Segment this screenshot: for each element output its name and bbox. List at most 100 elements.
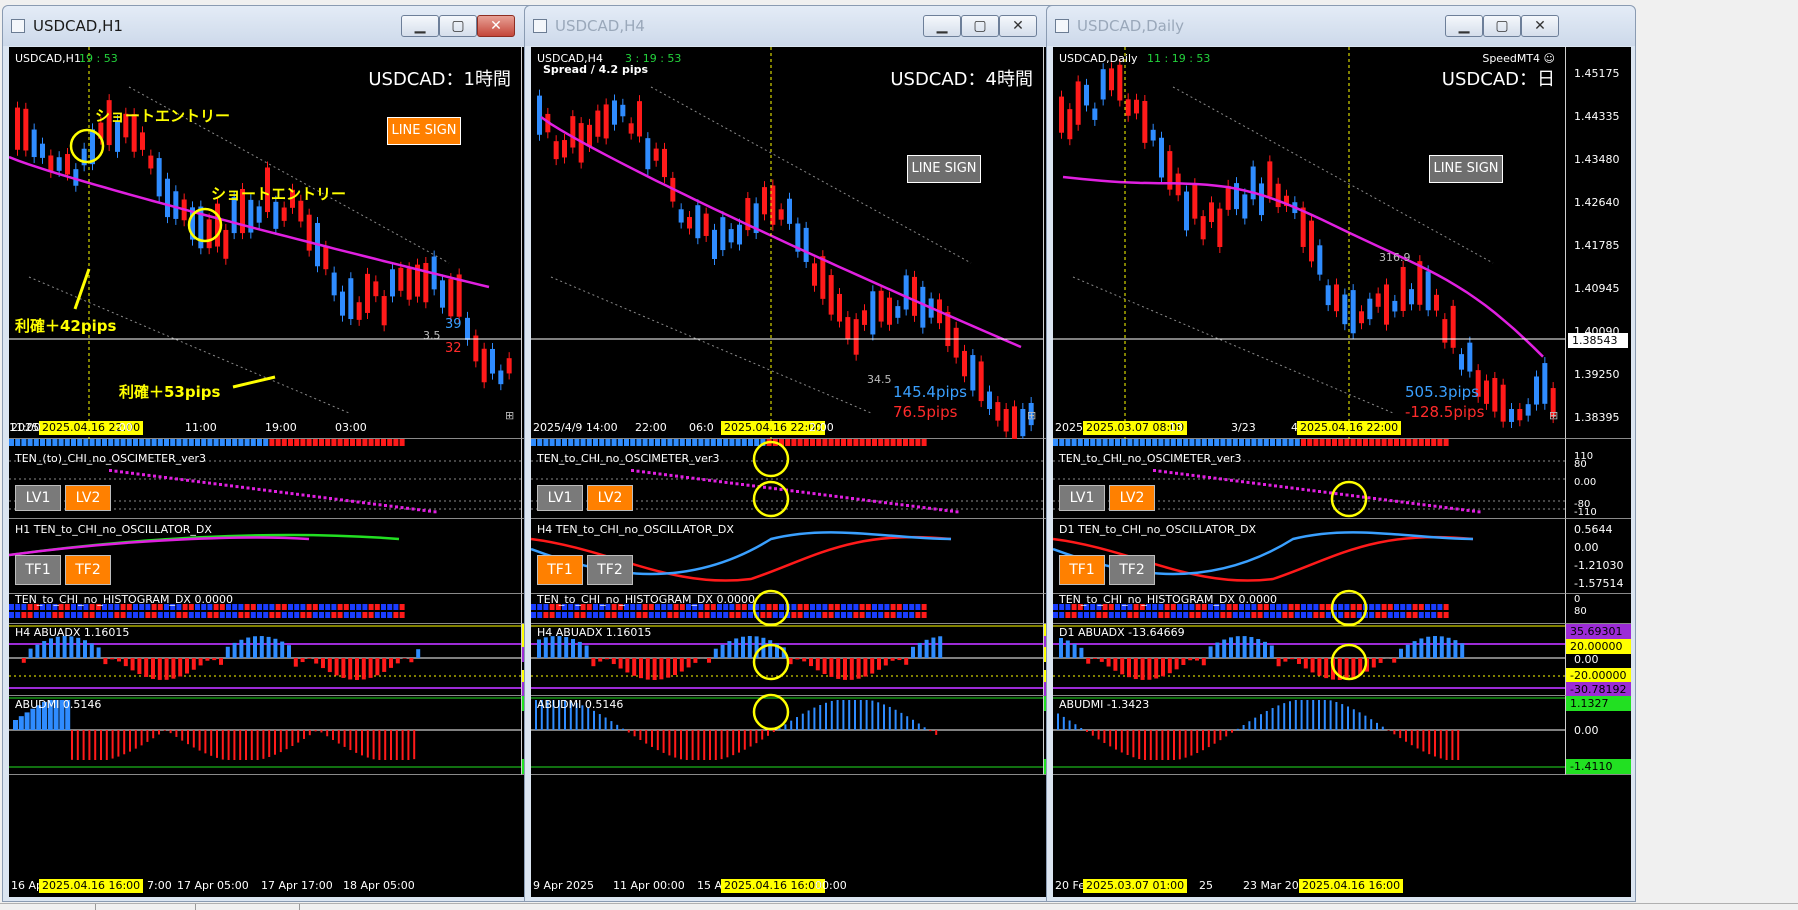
tf2-button[interactable]: TF2 [587, 555, 633, 585]
price-pane[interactable]: USDCAD,H4 3 : 19 : 53 USDCAD：4時間 Spread / 4… [531, 47, 1043, 439]
oscimeter-pane[interactable]: TEN_(to)_CHI_no_OSCIMETER_ver3 LV1 LV2 [9, 439, 521, 519]
histogram-cell [356, 612, 362, 618]
status-tab[interactable] [196, 904, 300, 910]
dmi-bar [651, 730, 653, 747]
lv2-button[interactable]: LV2 [65, 485, 111, 511]
dmi-bar [320, 730, 323, 733]
adx-axis: 35.69301 20.00000 0.00 -20.00000 -30.78192 [1565, 624, 1631, 697]
price-pane[interactable]: USDCAD,Daily 11 : 19 : 53 USDCAD：日 SpeedMT4… [1053, 47, 1565, 439]
trend-bar [1226, 439, 1232, 446]
tf2-button[interactable]: TF2 [1109, 555, 1155, 585]
trend-bar [176, 439, 182, 446]
lv2-button[interactable]: LV2 [1109, 485, 1155, 511]
chart-window[interactable]: USDCAD,H4 ▁ ▢ ✕ USDCAD,H4 3 : 19 : 53 USDCAD：4… [524, 5, 1114, 902]
chart-area[interactable]: USDCAD,H1 19 : 53 USDCAD：1時間 LINE SIGN 3.5 39… [9, 47, 587, 897]
trend-bar [1183, 439, 1189, 446]
adx-bar [1229, 637, 1233, 658]
dmi-bar [146, 730, 149, 742]
osc-dot [340, 498, 343, 502]
maximize-button[interactable]: ▢ [439, 15, 477, 37]
crosshair-icon[interactable]: ⊞ [1027, 409, 1036, 422]
line-sign-button[interactable]: LINE SIGN [387, 117, 461, 145]
adx-bar [280, 641, 285, 658]
histogram-cell [381, 612, 386, 618]
adx-bar [232, 642, 237, 658]
osc-dot [1285, 485, 1288, 489]
dmi-bar [1318, 700, 1320, 730]
oscillator-pane[interactable]: D1 TEN_to_CHI_no_OSCILLATOR_DX TF1 TF2 [1053, 519, 1565, 594]
oscimeter-tick: 80 [1574, 459, 1587, 470]
candle-body [1450, 305, 1456, 348]
adx-pane[interactable]: H4 ABUADX 1.16015 [9, 624, 521, 696]
bar-timer: 11 : 19 : 53 [1147, 52, 1211, 65]
line-sign-button[interactable]: LINE SIGN [1429, 155, 1503, 183]
maximize-button[interactable]: ▢ [961, 15, 999, 37]
close-button[interactable]: ✕ [999, 15, 1037, 37]
minimize-button[interactable]: ▁ [1445, 15, 1483, 37]
osc-dot [675, 474, 678, 478]
histogram-cell [896, 612, 902, 618]
window-titlebar[interactable]: USDCAD,H4 ▁ ▢ ✕ [525, 6, 1113, 46]
chart-area[interactable]: USDCAD,H4 3 : 19 : 53 USDCAD：4時間 Spread / 4… [531, 47, 1109, 897]
tf1-button[interactable]: TF1 [1059, 555, 1105, 585]
histogram-cell [1313, 612, 1319, 618]
close-button[interactable]: ✕ [1521, 15, 1559, 37]
lv1-button[interactable]: LV1 [15, 485, 61, 511]
chart-window[interactable]: USDCAD,Daily ▁ ▢ ✕ USDCAD,Daily 11 : 19 : 53 U… [1046, 5, 1636, 902]
histogram-cell [250, 604, 256, 610]
line-sign-button[interactable]: LINE SIGN [907, 155, 981, 183]
candle-body [490, 348, 495, 374]
histogram-pane[interactable]: TEN_to_CHI_no_HISTOGRAM_DX 0.0000 [9, 593, 521, 624]
tf1-button[interactable]: TF1 [15, 555, 61, 585]
histogram-cell [1170, 612, 1176, 618]
adx-pane[interactable]: D1 ABUADX -13.64669 [1053, 624, 1565, 696]
osc-dot [845, 496, 849, 500]
lv2-button[interactable]: LV2 [587, 485, 633, 511]
time-axis[interactable]: 20 Feb 2025.03.07 01:00 25 23 Mar 2025 2025.… [1053, 875, 1631, 897]
price-pane[interactable]: USDCAD,H1 19 : 53 USDCAD：1時間 LINE SIGN 3.5 39… [9, 47, 521, 439]
histogram-pane[interactable]: TEN_to_CHI_no_HISTOGRAM_DX 0.0000 [1053, 593, 1565, 624]
crosshair-icon[interactable]: ⊞ [505, 409, 514, 422]
adx-bar [62, 636, 67, 658]
window-titlebar[interactable]: USDCAD,Daily ▁ ▢ ✕ [1047, 6, 1635, 46]
chart-area[interactable]: USDCAD,Daily 11 : 19 : 53 USDCAD：日 SpeedMT4… [1053, 47, 1631, 897]
candle-body [1067, 109, 1073, 140]
time-axis[interactable]: 16 Ap 2025.04.16 16:00 7:00 17 Apr 05:00 17 … [9, 875, 587, 897]
histogram-cell [269, 604, 275, 610]
histogram-cell [263, 604, 269, 610]
minimize-button[interactable]: ▁ [401, 15, 439, 37]
dmi-bar [395, 730, 398, 760]
dmi-bar [361, 730, 363, 756]
status-tab[interactable] [0, 904, 96, 910]
lv1-button[interactable]: LV1 [1059, 485, 1105, 511]
time-axis[interactable]: 9 Apr 2025 11 Apr 00:00 15 A 2025.04.16 16:… [531, 875, 1109, 897]
chart-window[interactable]: USDCAD,H1 ▁ ▢ ✕ USDCAD,H1 19 : 53 USDCAD：1時間 LI… [2, 5, 592, 902]
candle-body [737, 224, 742, 245]
price-axis[interactable]: 1.45175 1.44335 1.43480 1.42640 1.41785 1.409… [1565, 47, 1631, 439]
oscimeter-pane[interactable]: TEN_to_CHI_no_OSCIMETER_ver3 LV1 LV2 [1053, 439, 1565, 519]
status-tab[interactable] [96, 904, 196, 910]
adx-bar [123, 658, 128, 667]
close-button[interactable]: ✕ [477, 15, 515, 37]
trend-bar [1356, 439, 1362, 446]
tf2-button[interactable]: TF2 [65, 555, 111, 585]
dmi-pane[interactable]: ABUDMI -1.3423 [1053, 696, 1565, 775]
histogram-cell [1084, 612, 1089, 618]
osc-dot [939, 508, 942, 512]
maximize-button[interactable]: ▢ [1483, 15, 1521, 37]
window-titlebar[interactable]: USDCAD,H1 ▁ ▢ ✕ [3, 6, 591, 46]
price-tick: 1.40945 [1574, 282, 1620, 295]
tf1-button[interactable]: TF1 [537, 555, 583, 585]
oscillator-pane[interactable]: H1 TEN_to_CHI_no_OSCILLATOR_DX TF1 TF2 [9, 519, 521, 594]
adx-bar [164, 658, 169, 680]
dmi-pane[interactable]: ABUDMI 0.5146 [9, 696, 521, 775]
minimize-button[interactable]: ▁ [923, 15, 961, 37]
dmi-bar [1283, 703, 1286, 730]
adx-bar [266, 636, 271, 658]
adx-bar [137, 658, 142, 675]
trend-bar [1394, 439, 1399, 446]
lv1-button[interactable]: LV1 [537, 485, 583, 511]
crosshair-icon[interactable]: ⊞ [1549, 409, 1558, 422]
adx-bar [157, 658, 162, 680]
candle-body [40, 143, 45, 158]
